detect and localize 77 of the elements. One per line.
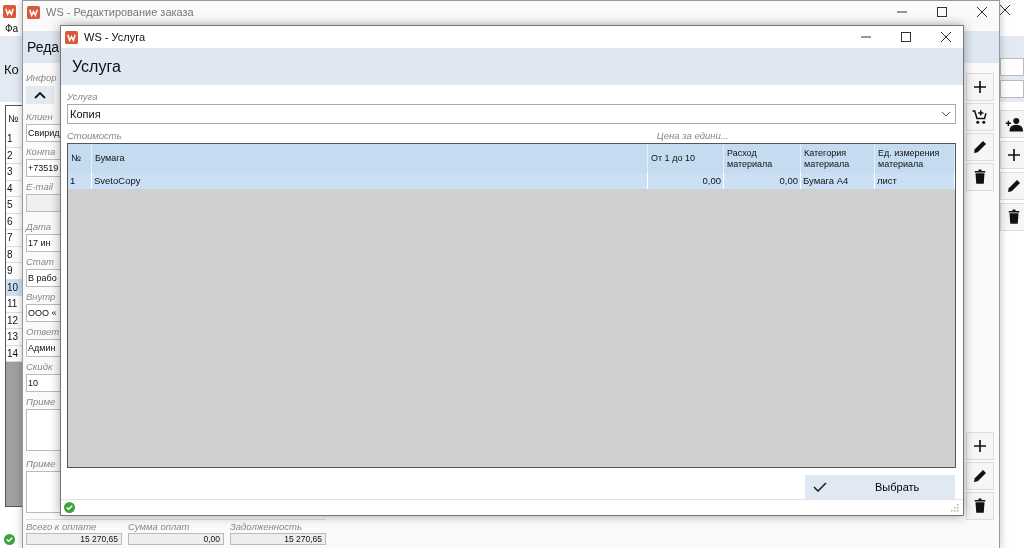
delete-button[interactable] (966, 163, 994, 191)
section-label: Инфор (26, 71, 57, 84)
app-logo-icon (27, 5, 40, 19)
table-cell: SvetoCopy (92, 173, 648, 190)
field-label: Приме (26, 395, 56, 408)
edit-button[interactable] (966, 133, 994, 161)
plus-icon (1005, 146, 1023, 164)
dialog-title: Услуга (72, 57, 121, 76)
add-button[interactable] (966, 73, 994, 101)
select-button[interactable]: Выбрать (805, 475, 955, 500)
total-field: 0,00 (128, 533, 224, 545)
total-label: Сумма оплат (128, 520, 191, 533)
maximize-icon[interactable] (901, 32, 911, 42)
field-label: Стат (26, 255, 54, 268)
table-cell: 1 (68, 173, 92, 190)
plus-icon (971, 437, 989, 455)
table-row[interactable]: 3 (6, 164, 22, 181)
add-button[interactable] (1000, 141, 1024, 169)
chevron-up-icon (34, 91, 46, 99)
field-label: Конта (26, 145, 56, 158)
pencil-icon (971, 138, 989, 156)
pencil-icon (1005, 177, 1023, 195)
page-title: Ко (4, 61, 19, 77)
edit-button[interactable] (966, 462, 994, 490)
table-row[interactable]: 9 (6, 263, 22, 280)
delete-button[interactable] (1000, 203, 1024, 231)
total-field: 15 270,65 (26, 533, 122, 545)
date-field[interactable] (1000, 80, 1024, 98)
table-cell: 0,00 (648, 173, 724, 190)
app-logo-icon (3, 4, 16, 18)
total-label: Задолженность (230, 520, 303, 533)
table-row[interactable]: 7 (6, 230, 22, 247)
table-cell: Бумага А4 (801, 173, 875, 190)
table-row[interactable]: 1 (6, 131, 22, 148)
table-row[interactable]: 13 (6, 329, 22, 346)
input-field[interactable] (1000, 58, 1024, 76)
total-field: 15 270,65 (230, 533, 326, 545)
field-label: Стоимость (67, 129, 122, 143)
status-ok-icon (4, 534, 15, 545)
field-label: Скидк (26, 360, 53, 373)
pencil-icon (971, 467, 989, 485)
close-icon[interactable] (1000, 5, 1010, 15)
window-title: WS - Редактирование заказа (46, 6, 194, 18)
field-label: Ответ (26, 325, 60, 338)
close-icon[interactable] (977, 7, 987, 17)
chevron-down-icon (941, 111, 951, 118)
cart-plus-icon (971, 108, 989, 126)
table-row[interactable]: 11 (6, 296, 22, 313)
field-label: Клиен (26, 110, 53, 123)
field-label: Услуга (67, 90, 98, 104)
column-header: № (6, 106, 22, 131)
user-plus-icon (1005, 115, 1023, 133)
add-user-button[interactable] (1000, 110, 1024, 138)
menu-item[interactable]: Фа (5, 23, 19, 34)
app-logo-icon (65, 30, 78, 44)
field-label: Приме (26, 457, 56, 470)
window-title: WS - Услуга (84, 31, 146, 43)
field-label: Цена за едини... (656, 129, 729, 143)
field-label: Внутр (26, 290, 56, 303)
close-icon[interactable] (941, 32, 951, 42)
collapse-button[interactable] (26, 86, 54, 104)
plus-icon (971, 78, 989, 96)
field-label: E-mail (26, 180, 53, 193)
total-label: Всего к оплате (26, 520, 98, 533)
check-icon (813, 482, 827, 493)
table-cell: 0,00 (724, 173, 801, 190)
maximize-icon[interactable] (937, 7, 947, 17)
cart-add-button[interactable] (966, 103, 994, 131)
page-title: Реда (27, 39, 60, 55)
edit-button[interactable] (1000, 172, 1024, 200)
field-label: Дата (26, 220, 52, 233)
delete-button[interactable] (966, 492, 994, 520)
add-button[interactable] (966, 432, 994, 460)
table-cell: лист (875, 173, 955, 190)
service-dropdown[interactable]: Копия (67, 104, 956, 125)
table-row[interactable]: 5 (6, 197, 22, 214)
resize-grip-icon[interactable] (951, 503, 959, 512)
